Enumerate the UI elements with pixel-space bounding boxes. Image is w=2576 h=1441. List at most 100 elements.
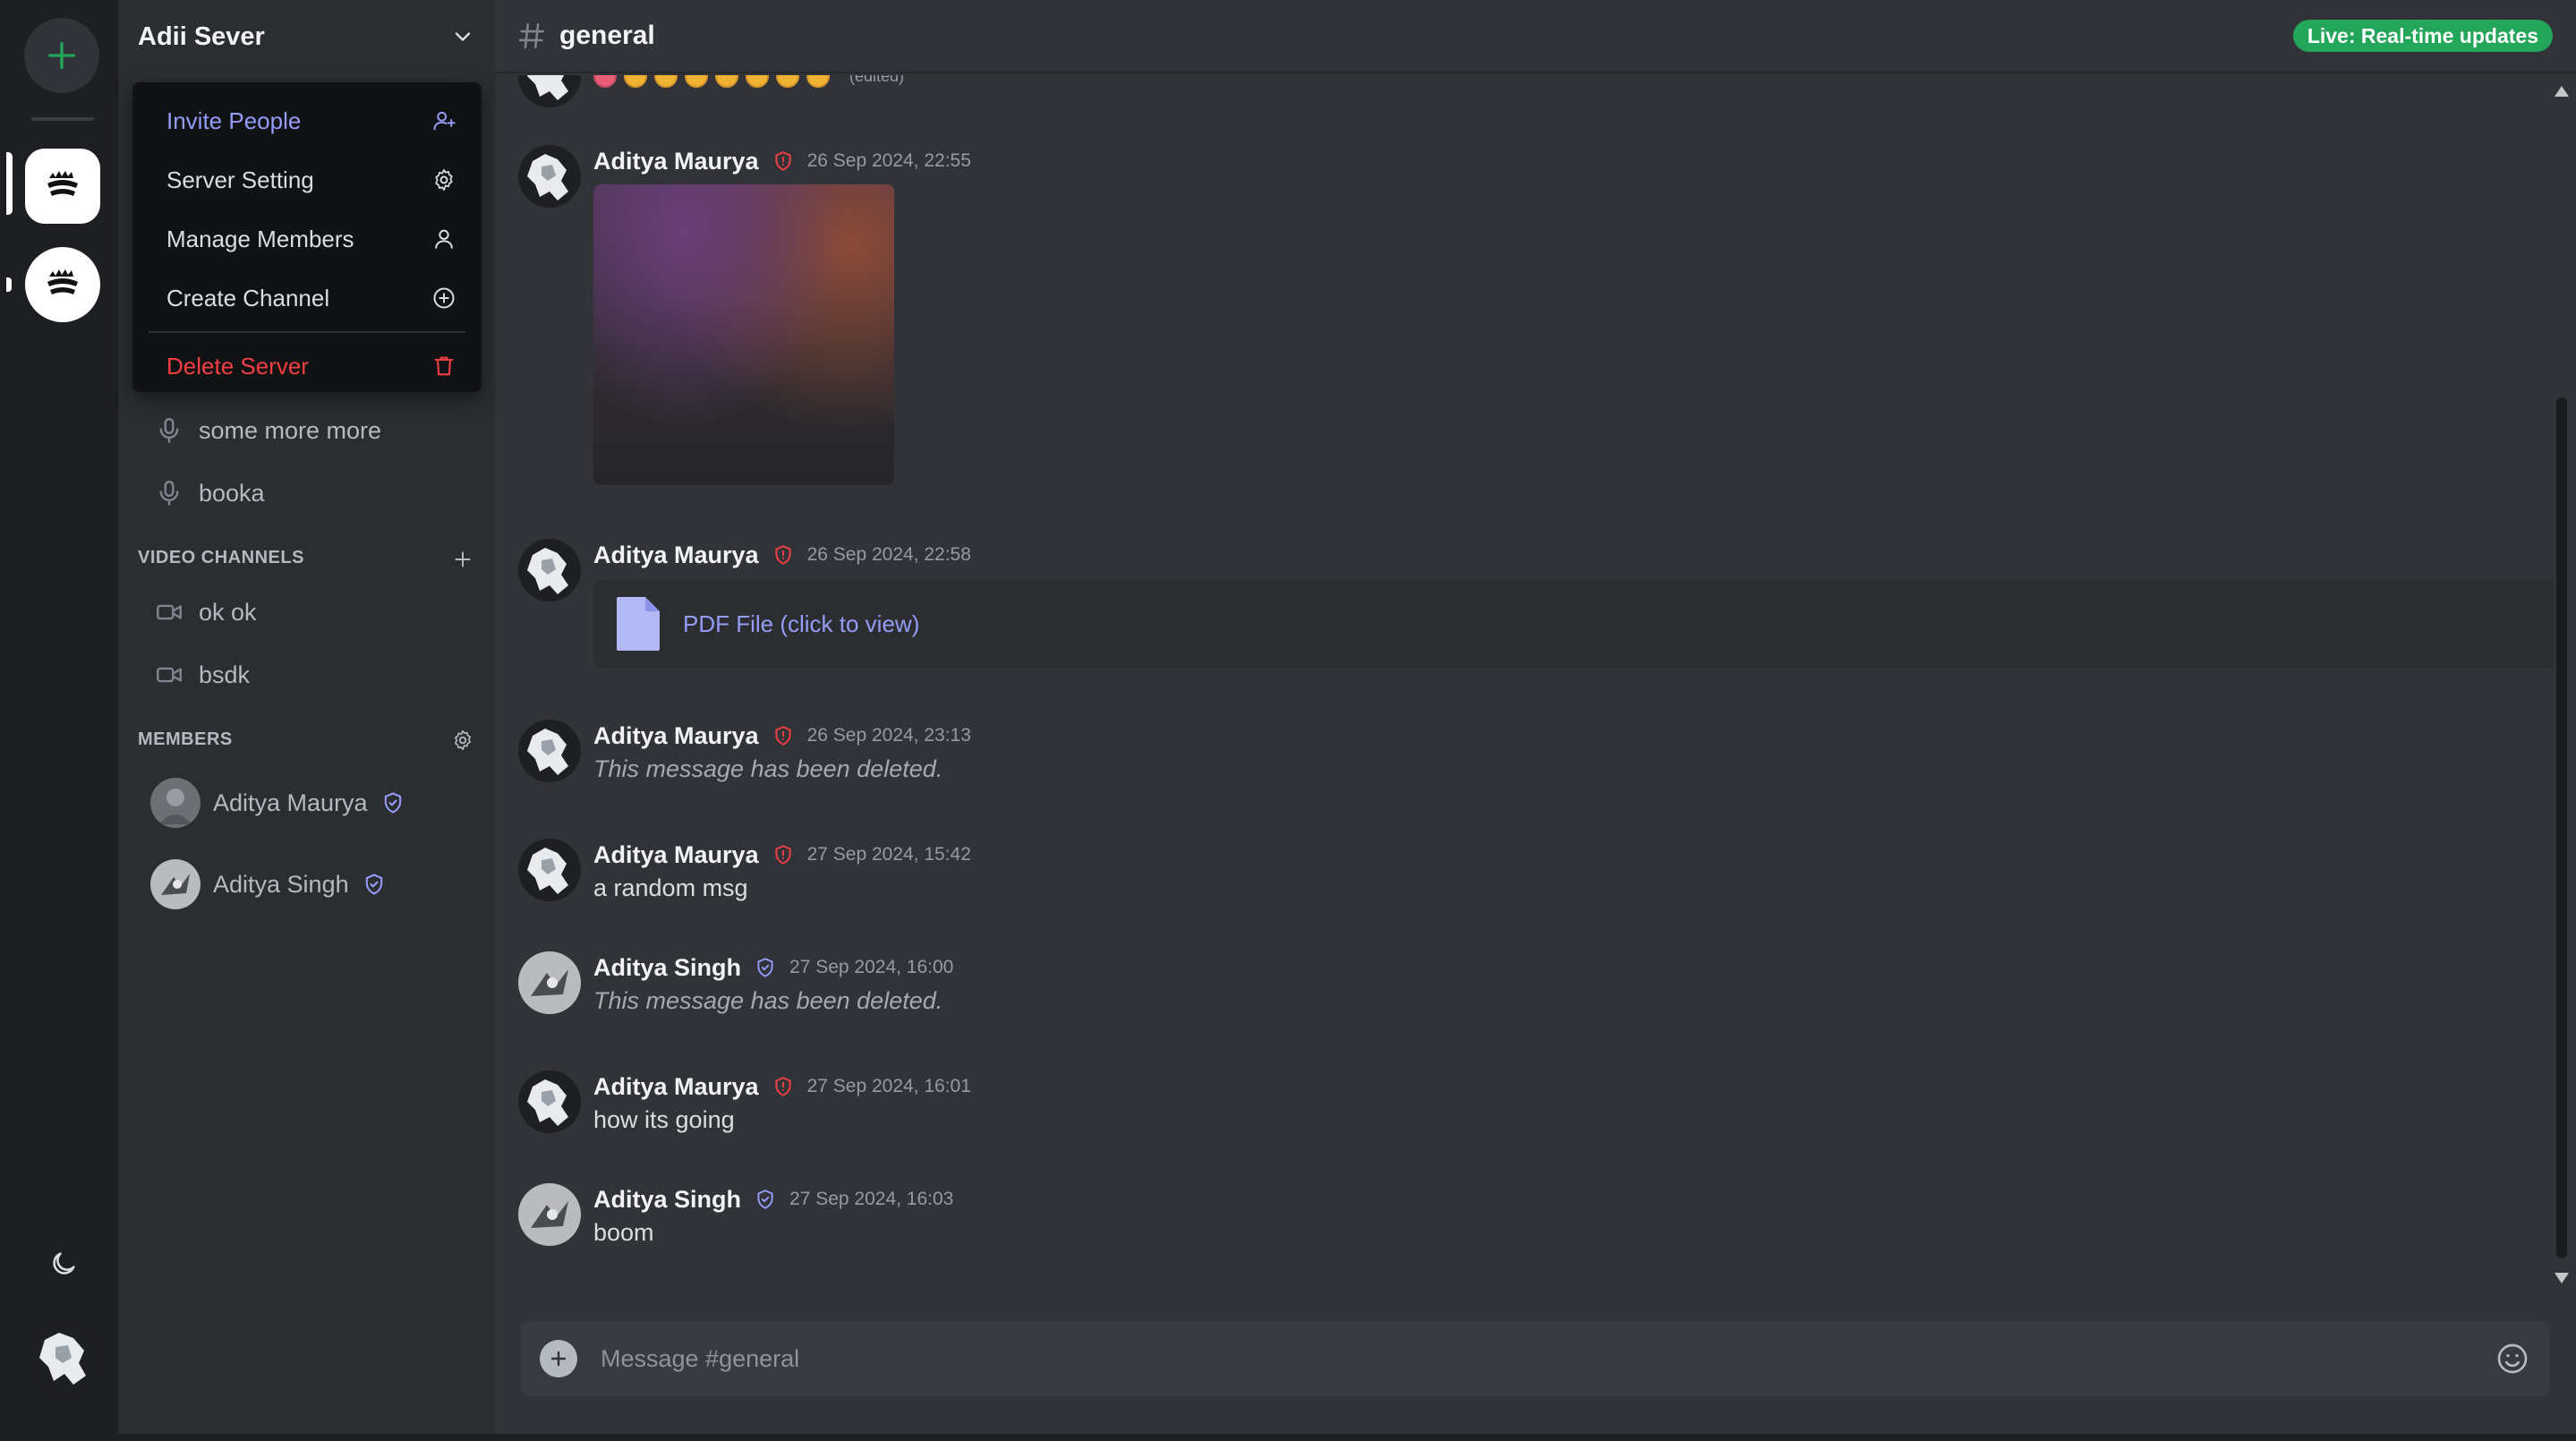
server-rail <box>6 0 118 1434</box>
message-input[interactable] <box>601 1344 2495 1373</box>
edited-label: (edited) <box>849 75 905 85</box>
avatar[interactable] <box>518 1183 581 1246</box>
message-list[interactable]: (edited) Aditya Maurya 26 Sep 2024, 22:5… <box>495 75 2554 1301</box>
theme-toggle-button[interactable] <box>46 1246 81 1282</box>
mic-icon <box>159 481 179 506</box>
emoji-icon <box>593 75 617 88</box>
server-logo-icon <box>47 269 78 294</box>
menu-item-label: Invite People <box>166 107 302 134</box>
video-channel[interactable]: bsdk <box>145 650 467 700</box>
channel-label: booka <box>199 479 265 507</box>
message-author[interactable]: Aditya Singh <box>593 1186 741 1214</box>
member-name: Aditya Singh <box>213 870 349 898</box>
message-timestamp: 27 Sep 2024, 16:00 <box>789 957 954 977</box>
user-avatar[interactable] <box>29 1322 100 1394</box>
menu-divider <box>149 331 465 333</box>
audio-channel[interactable]: booka <box>145 468 467 518</box>
message-text: boom <box>593 1219 654 1246</box>
file-link[interactable]: PDF File (click to view) <box>683 610 919 638</box>
message-composer <box>520 1321 2550 1396</box>
emoji-picker-button[interactable] <box>2495 1341 2530 1377</box>
avatar <box>150 859 200 909</box>
active-server-indicator <box>6 152 13 215</box>
emoji-icon <box>654 75 678 88</box>
image-attachment[interactable] <box>593 184 894 485</box>
mic-icon <box>159 418 179 443</box>
menu-item-label: Server Setting <box>166 166 314 193</box>
message-timestamp: 26 Sep 2024, 22:55 <box>806 150 971 171</box>
menu-item-label: Create Channel <box>166 284 330 311</box>
delete-server-menu-item[interactable]: Delete Server <box>141 337 473 396</box>
scroll-down-arrow[interactable] <box>2555 1273 2569 1283</box>
channel-label: bsdk <box>199 661 251 688</box>
emoji-icon <box>806 75 830 88</box>
menu-item-label: Manage Members <box>166 225 354 252</box>
gear-icon <box>455 729 471 751</box>
avatar <box>518 75 581 107</box>
emoji-icon <box>715 75 738 88</box>
avatar[interactable] <box>518 720 581 782</box>
unread-server-indicator <box>6 277 12 292</box>
add-video-channel-button[interactable] <box>449 546 476 573</box>
message-author[interactable]: Aditya Singh <box>593 954 741 982</box>
manage-members-button[interactable] <box>449 727 476 754</box>
smile-icon <box>2497 1343 2528 1374</box>
channel-title: general <box>559 21 655 50</box>
avatar[interactable] <box>518 839 581 901</box>
message-timestamp: 27 Sep 2024, 15:42 <box>806 844 971 865</box>
attach-file-button[interactable] <box>540 1340 577 1377</box>
manage-members-menu-item[interactable]: Manage Members <box>141 209 473 269</box>
shield-check-icon <box>754 956 777 979</box>
message-author[interactable]: Aditya Maurya <box>593 1073 759 1101</box>
scrollbar-thumb[interactable] <box>2556 397 2567 1258</box>
trash-icon <box>434 356 454 376</box>
message-author[interactable]: Aditya Maurya <box>593 541 759 569</box>
video-channel[interactable]: ok ok <box>145 587 467 637</box>
message-text: a random msg <box>593 874 748 901</box>
invite-people-menu-item[interactable]: Invite People <box>141 91 473 150</box>
message-timestamp: 27 Sep 2024, 16:03 <box>789 1189 954 1209</box>
emoji-message: (edited) <box>593 75 904 88</box>
server-icon[interactable] <box>25 247 100 322</box>
shield-alert-icon <box>772 1075 795 1098</box>
channel-header: general Live: Real-time updates <box>495 0 2576 73</box>
shield-alert-icon <box>772 843 795 866</box>
avatar[interactable] <box>518 145 581 208</box>
member-name: Aditya Maurya <box>213 789 368 816</box>
avatar[interactable] <box>518 951 581 1014</box>
server-icon-active[interactable] <box>25 149 100 224</box>
server-name: Adii Sever <box>138 21 265 51</box>
moon-icon <box>53 1252 75 1275</box>
user-icon <box>435 229 453 249</box>
video-icon <box>157 604 182 620</box>
shield-alert-icon <box>772 724 795 747</box>
scroll-up-arrow[interactable] <box>2555 86 2569 97</box>
video-icon <box>157 667 182 683</box>
member-item[interactable]: Aditya Singh <box>145 853 467 916</box>
message-timestamp: 26 Sep 2024, 23:13 <box>806 725 971 746</box>
avatar[interactable] <box>518 1070 581 1133</box>
member-item[interactable]: Aditya Maurya <box>145 772 467 834</box>
audio-channel[interactable]: some more more <box>145 405 467 456</box>
shield-check-icon <box>380 790 405 815</box>
message-text: This message has been deleted. <box>593 987 943 1014</box>
server-setting-menu-item[interactable]: Server Setting <box>141 150 473 209</box>
plus-icon <box>550 1351 567 1367</box>
channel-label: some more more <box>199 416 382 444</box>
emoji-icon <box>685 75 708 88</box>
file-attachment[interactable]: PDF File (click to view) <box>593 580 2554 668</box>
chevron-down-icon <box>450 24 475 49</box>
hash-icon <box>516 21 547 51</box>
plus-icon <box>48 42 76 70</box>
server-header[interactable]: Adii Sever <box>118 0 495 73</box>
message-author[interactable]: Aditya Maurya <box>593 841 759 869</box>
create-channel-menu-item[interactable]: Create Channel <box>141 269 473 328</box>
add-server-button[interactable] <box>24 18 99 93</box>
user-plus-icon <box>433 111 456 131</box>
rail-divider <box>31 117 94 121</box>
message-author[interactable]: Aditya Maurya <box>593 148 759 175</box>
file-icon <box>617 597 660 651</box>
chat-area: general Live: Real-time updates (edited) <box>495 0 2576 1434</box>
avatar[interactable] <box>518 539 581 601</box>
message-author[interactable]: Aditya Maurya <box>593 722 759 750</box>
